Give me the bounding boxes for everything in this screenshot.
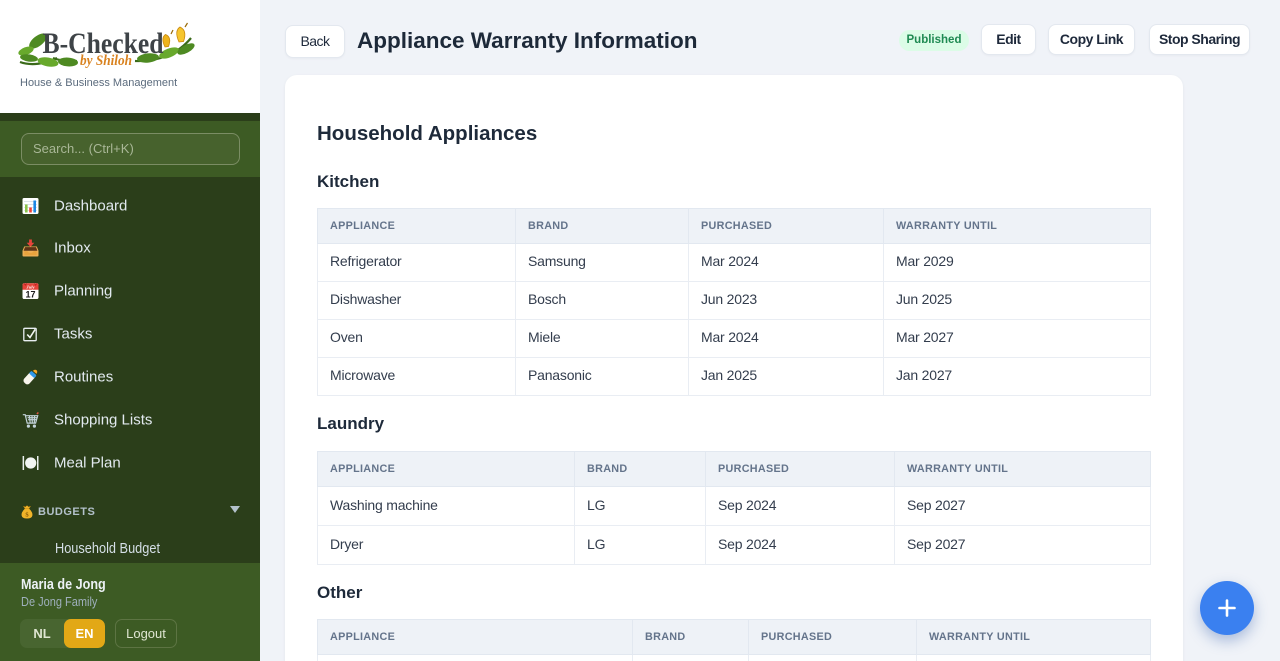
svg-text:by Shiloh: by Shiloh — [80, 53, 132, 69]
svg-text:17: 17 — [25, 290, 35, 300]
